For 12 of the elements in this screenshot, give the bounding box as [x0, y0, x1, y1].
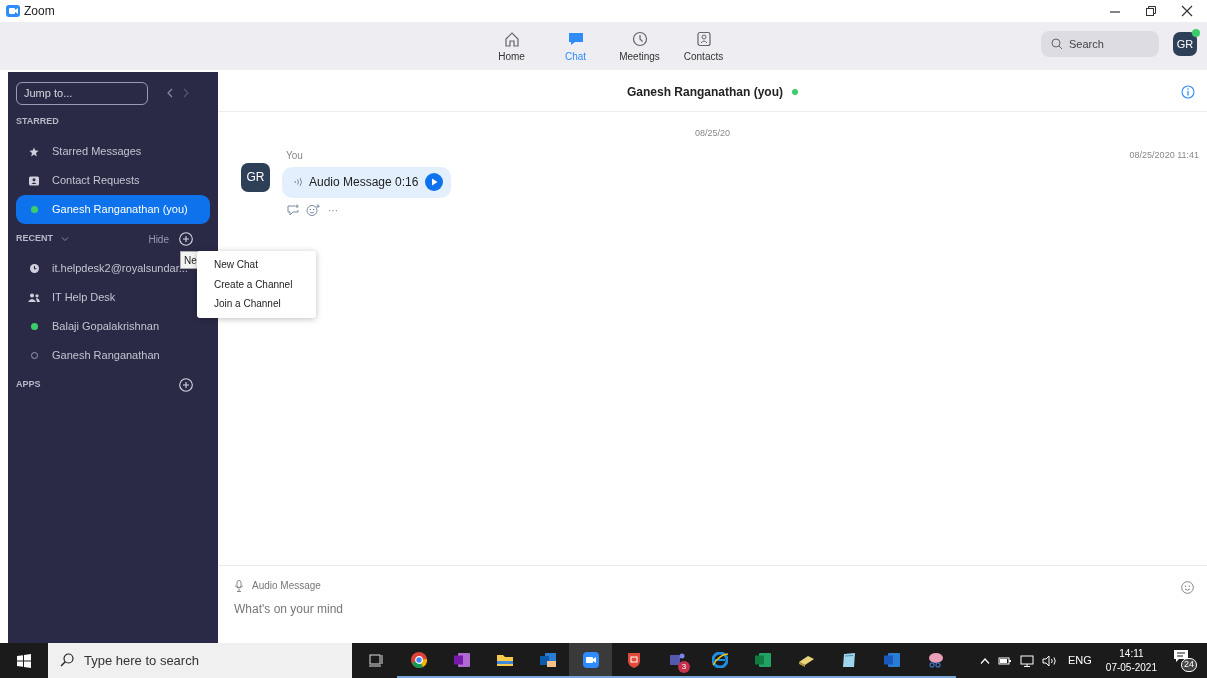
notification-count: 24 [1181, 657, 1197, 672]
message-time: 08/25/2020 11:41 [1129, 148, 1199, 162]
audio-message-label: Audio Message [252, 579, 321, 593]
section-heading: RECENT [16, 232, 53, 246]
notification-badge: 3 [678, 661, 690, 673]
section-heading: STARRED [16, 115, 59, 129]
chat-title: Ganesh Ranganathan (you) [627, 83, 783, 101]
section-heading: APPS [16, 378, 41, 392]
sender-name: You [286, 149, 303, 163]
date-divider: 08/25/20 [694, 127, 730, 140]
window-title: Zoom [24, 3, 55, 20]
sender-avatar: GR [241, 162, 270, 192]
